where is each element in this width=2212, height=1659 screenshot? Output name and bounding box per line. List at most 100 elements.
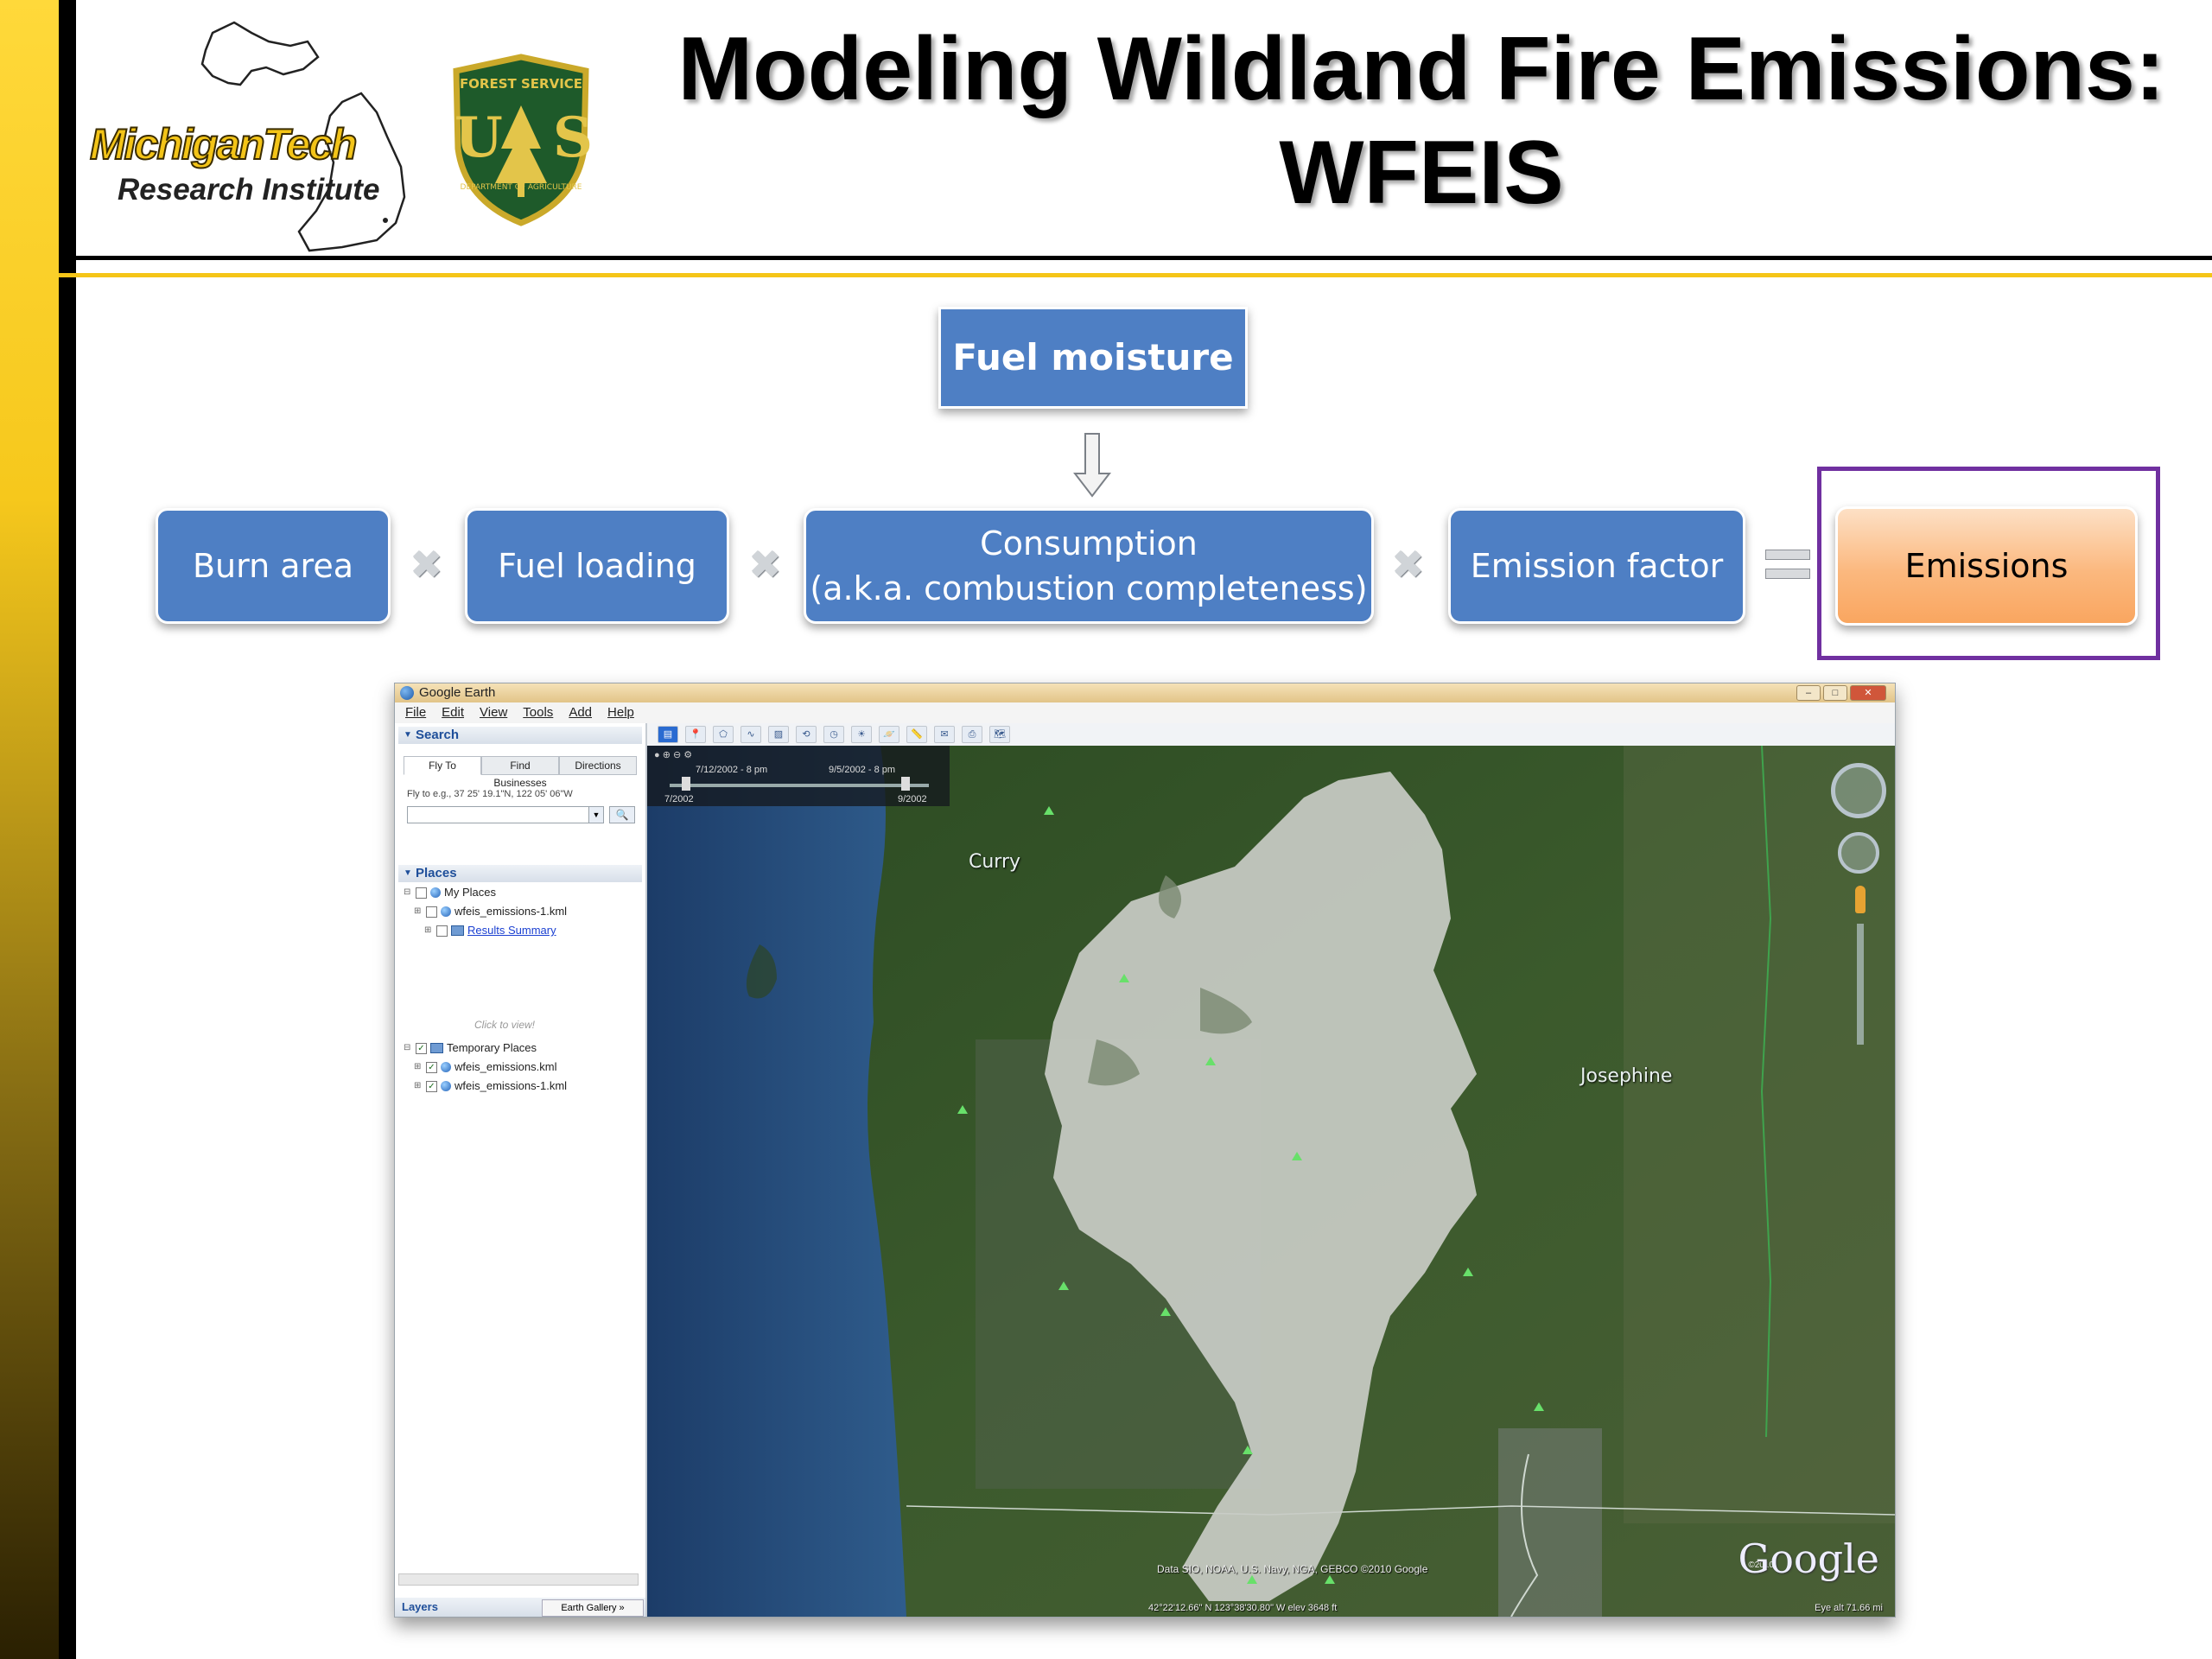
collapse-icon: ▼ (404, 868, 412, 878)
time-left-date: 7/2002 (664, 794, 694, 804)
left-panel: ▼ Search Fly To Find Businesses Directio… (395, 723, 647, 1617)
tree-results-summary[interactable]: ⊞ Results Summary (424, 922, 556, 939)
menu-edit[interactable]: Edit (442, 702, 464, 723)
layers-bar: Layers Earth Gallery » (395, 1598, 645, 1617)
checkbox[interactable]: ✓ (416, 1042, 427, 1054)
path-icon[interactable]: ∿ (741, 726, 761, 743)
earth-gallery-button[interactable]: Earth Gallery » (542, 1599, 644, 1617)
search-panel-header[interactable]: ▼ Search (398, 727, 642, 744)
maximize-button[interactable]: □ (1823, 685, 1847, 701)
expand-tree-icon[interactable]: ⊞ (414, 1077, 423, 1095)
layers-toggle[interactable]: Layers (402, 1598, 438, 1617)
search-header-label: Search (416, 728, 460, 742)
checkbox[interactable] (416, 887, 427, 899)
burn-area-box: Burn area (156, 508, 391, 624)
usfs-center-text: US (454, 105, 644, 170)
map-view[interactable]: ● ⊕ ⊖ ⚙ 7/12/2002 - 8 pm 9/5/2002 - 8 pm… (647, 746, 1895, 1617)
fly-to-hint: Fly to e.g., 37 25' 19.1"N, 122 05' 06"W (407, 789, 573, 799)
compass-navigation-icon[interactable] (1831, 763, 1886, 818)
collapse-tree-icon[interactable]: ⊟ (404, 1039, 412, 1057)
fly-to-input[interactable] (407, 806, 590, 823)
slide-title-line2: WFEIS (1279, 123, 1564, 223)
places-panel-header[interactable]: ▼ Places (398, 865, 642, 882)
multiply-icon: ✖ (748, 541, 782, 588)
status-coordinates: 42°22'12.66" N 123°38'30.80" W elev 3648… (1148, 1603, 1338, 1613)
history-dropdown-button[interactable]: ▼ (588, 806, 604, 823)
time-slider-track[interactable] (670, 784, 929, 787)
search-tabs: Fly To Find Businesses Directions (404, 756, 637, 789)
satellite-imagery (647, 746, 1895, 1617)
logo-mtu-line2: Research Institute (118, 173, 380, 207)
time-end-handle[interactable] (901, 777, 910, 791)
tree-temporary-places[interactable]: ⊟ ✓ Temporary Places (404, 1039, 537, 1057)
map-label-josephine: Josephine (1580, 1065, 1673, 1087)
time-start-label: 7/12/2002 - 8 pm (696, 765, 768, 775)
emission-factor-box: Emission factor (1448, 508, 1745, 624)
menu-file[interactable]: File (405, 702, 426, 723)
menu-add[interactable]: Add (569, 702, 592, 723)
globe-icon (441, 906, 451, 917)
tour-icon[interactable]: ⟲ (796, 726, 817, 743)
window-title: Google Earth (419, 685, 496, 700)
planet-icon[interactable]: 🪐 (879, 726, 899, 743)
checkbox[interactable]: ✓ (426, 1061, 437, 1073)
polygon-icon[interactable]: ⬠ (713, 726, 734, 743)
expand-tree-icon[interactable]: ⊞ (414, 903, 423, 920)
places-scrollbar[interactable] (398, 1573, 639, 1586)
close-button[interactable]: ✕ (1850, 685, 1886, 701)
michigan-tech-logo: MichiganTech Research Institute (83, 7, 429, 257)
menu-tools[interactable]: Tools (523, 702, 553, 723)
time-slider-controls[interactable]: ● ⊕ ⊖ ⚙ (654, 749, 692, 760)
placemark-icon[interactable]: 📍 (685, 726, 706, 743)
tab-fly-to[interactable]: Fly To (404, 756, 481, 775)
overlay-icon[interactable]: ▨ (768, 726, 789, 743)
sun-icon[interactable]: ☀ (851, 726, 872, 743)
usfs-bottom-text: DEPARTMENT OF AGRICULTURE (460, 183, 582, 192)
tab-directions[interactable]: Directions (559, 756, 637, 775)
expand-tree-icon[interactable]: ⊞ (414, 1058, 423, 1076)
sidebar-toggle-icon[interactable]: ▤ (658, 726, 678, 743)
menu-view[interactable]: View (480, 702, 507, 723)
search-button[interactable]: 🔍 (609, 806, 635, 823)
checkbox[interactable] (436, 925, 448, 937)
ruler-icon[interactable]: 📏 (906, 726, 927, 743)
maps-icon[interactable]: 🗺 (989, 726, 1010, 743)
time-end-label: 9/5/2002 - 8 pm (829, 765, 896, 775)
menu-help[interactable]: Help (607, 702, 634, 723)
look-joystick-icon[interactable] (1838, 832, 1879, 874)
tab-find-businesses[interactable]: Find Businesses (481, 756, 559, 789)
checkbox[interactable]: ✓ (426, 1080, 437, 1092)
time-slider[interactable]: ● ⊕ ⊖ ⚙ 7/12/2002 - 8 pm 9/5/2002 - 8 pm… (647, 746, 950, 806)
minimize-button[interactable]: – (1796, 685, 1821, 701)
tree-my-places[interactable]: ⊟ My Places (404, 884, 496, 901)
multiply-icon: ✖ (1391, 541, 1425, 588)
globe-icon (441, 1081, 451, 1091)
collapse-tree-icon[interactable]: ⊟ (404, 884, 412, 901)
consumption-box: Consumption (a.k.a. combustion completen… (804, 508, 1374, 624)
slide-title: Modeling Wildland Fire Emissions: WFEIS (657, 17, 2186, 225)
expand-tree-icon[interactable]: ⊞ (424, 922, 433, 939)
title-rule-accent (59, 273, 2212, 277)
tree-kml-2[interactable]: ⊞ ✓ wfeis_emissions.kml (414, 1058, 556, 1076)
zoom-slider[interactable] (1857, 924, 1864, 1045)
menu-bar: File Edit View Tools Add Help (395, 702, 1895, 723)
google-earth-app-icon (400, 686, 414, 700)
google-watermark: Google (1738, 1535, 1879, 1582)
globe-icon (430, 887, 441, 898)
time-start-handle[interactable] (682, 777, 690, 791)
street-view-pegman-icon[interactable] (1855, 886, 1866, 913)
sidebar-black-stripe (59, 0, 76, 1659)
print-icon[interactable]: ⎙ (962, 726, 982, 743)
folder-icon (451, 925, 464, 936)
equals-icon (1765, 550, 1810, 581)
usfs-top-text: FOREST SERVICE (459, 76, 583, 92)
down-arrow-icon (1073, 433, 1111, 498)
tree-kml-3[interactable]: ⊞ ✓ wfeis_emissions-1.kml (414, 1077, 567, 1095)
results-summary-link[interactable]: Results Summary (467, 922, 556, 939)
email-icon[interactable]: ✉ (934, 726, 955, 743)
tree-kml-1[interactable]: ⊞ wfeis_emissions-1.kml (414, 903, 567, 920)
tree-label: wfeis_emissions-1.kml (454, 1079, 568, 1092)
search-icon: 🔍 (615, 809, 629, 821)
historical-imagery-icon[interactable]: ◷ (823, 726, 844, 743)
checkbox[interactable] (426, 906, 437, 918)
